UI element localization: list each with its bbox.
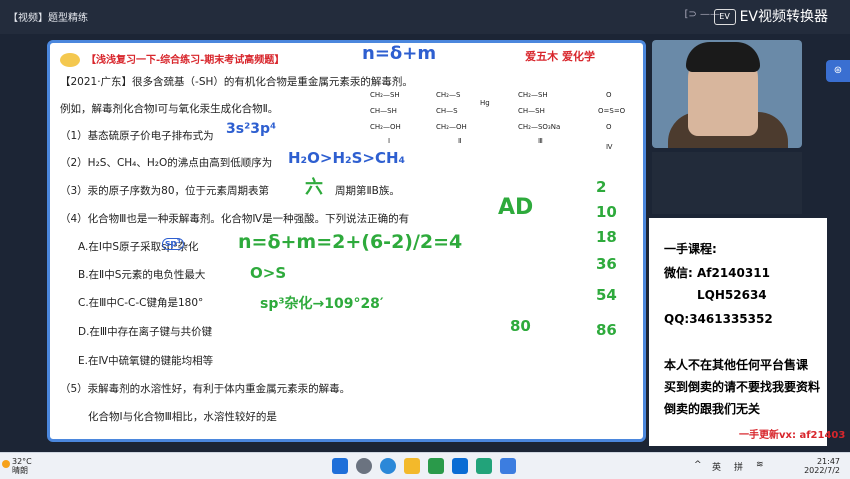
question-4: （4）化合物Ⅲ也是一种汞解毒剂。化合物Ⅳ是一种强酸。下列说法正确的有	[60, 213, 410, 225]
clock-date: 2022/7/2	[804, 466, 840, 475]
chat-icon[interactable]	[428, 458, 444, 474]
app-icon[interactable]	[452, 458, 468, 474]
chem-label: Ⅱ	[458, 137, 462, 145]
question-2: （2）H₂S、CH₄、H₂O的沸点由高到低顺序为	[60, 157, 273, 169]
edge-icon[interactable]	[380, 458, 396, 474]
start-icon[interactable]	[332, 458, 348, 474]
hw-c-note: sp³杂化→109°28′	[260, 296, 384, 312]
note-footer: 一手更新vx: af21403	[739, 430, 846, 441]
note-line: 一手课程:	[664, 242, 717, 256]
option-c: C.在Ⅲ中C-C-C键角是180°	[78, 297, 204, 309]
hw-circled: 80	[510, 317, 531, 335]
note-line: 微信: Af2140311	[664, 266, 770, 280]
hw-b-note: O>S	[250, 264, 287, 282]
window-titlebar: 【视频】题型精练 [⊃ —— EV EV视频转换器	[0, 0, 850, 34]
chem-text: O	[606, 91, 612, 99]
chem-text: CH₂—SH	[370, 91, 400, 99]
ev-logo-icon: EV	[713, 9, 736, 25]
lecture-slide: 【浅浅复习一下-综合练习-期末考试高频题】 爱五木 爱化学 【2021·广东】很…	[47, 40, 646, 442]
dark-panel	[652, 152, 802, 214]
note-line: LQH52634	[697, 288, 767, 302]
ev-brand: EV EV视频转换器	[713, 6, 828, 26]
weather-desc: 晴朗	[12, 466, 28, 475]
side-panel-toggle-icon[interactable]: ⊛	[826, 60, 850, 82]
question-5-line: 化合物Ⅰ与化合物Ⅲ相比，水溶性较好的是	[88, 411, 277, 423]
slide-header: 【浅浅复习一下-综合练习-期末考试高频题】	[60, 51, 284, 67]
lang-indicator[interactable]: 英	[712, 460, 721, 473]
webcam-feed	[652, 40, 802, 148]
teacher-hair	[686, 42, 760, 72]
question-3: （3）汞的原子序数为80，位于元素周期表第	[60, 185, 270, 197]
note-line: 本人不在其他任何平台售课	[664, 358, 809, 372]
hw-answer: AD	[498, 195, 534, 220]
weather-widget[interactable]: 32°C 晴朗	[12, 457, 32, 475]
structure-formulas: CH₂—SH CH—SH CH₂—OH Ⅰ CH₂—S CH—S CH₂—OH …	[370, 91, 643, 191]
hw-period: 六	[305, 177, 323, 198]
chem-text: CH₂—OH	[370, 123, 401, 131]
slide-brand: 爱五木 爱化学	[525, 50, 595, 63]
question-intro: 【2021·广东】很多含巯基（-SH）的有机化合物是重金属元素汞的解毒剂。	[60, 76, 413, 88]
chem-label: Ⅰ	[388, 137, 391, 145]
hw-order: H₂O>H₂S>CH₄	[288, 149, 406, 167]
note-line: 买到倒卖的请不要找我要资料	[664, 380, 821, 394]
chem-text: CH₂—SH	[518, 91, 548, 99]
hw-number: 10	[596, 203, 617, 221]
hw-number: 54	[596, 286, 617, 304]
option-e: E.在Ⅳ中硫氧键的键能均相等	[78, 355, 214, 367]
chem-text: O=S=O	[598, 107, 626, 115]
chem-text: CH—SH	[370, 107, 397, 115]
window-title: 【视频】题型精练	[8, 13, 88, 24]
hw-number: 36	[596, 255, 617, 273]
chem-text: O	[606, 123, 612, 131]
brand-label: EV视频转换器	[739, 9, 828, 25]
question-5: （5）汞解毒剂的水溶性好，有利于体内重金属元素汞的解毒。	[60, 383, 351, 395]
chem-label: Ⅳ	[606, 143, 613, 151]
taskbar: 32°C 晴朗 ^ 英 拼 ≋ 21:47 2022/7/2	[0, 452, 850, 479]
question-line: 例如，解毒剂化合物Ⅰ可与氧化汞生成化合物Ⅱ。	[60, 103, 279, 115]
note-line: 倒卖的跟我们无关	[664, 402, 761, 416]
option-d: D.在Ⅲ中存在离子键与共价键	[78, 326, 213, 338]
option-b: B.在Ⅱ中S元素的电负性最大	[78, 269, 206, 281]
chem-text: CH—SH	[518, 107, 545, 115]
wifi-icon[interactable]: ≋	[756, 460, 764, 470]
hw-calc: n=δ+m=2+(6-2)/2=4	[238, 231, 463, 253]
weather-temp: 32°C	[12, 457, 32, 466]
clock[interactable]: 21:47 2022/7/2	[804, 457, 840, 475]
contact-note: 一手课程: 微信: Af2140311 LQH52634 QQ:34613353…	[649, 218, 845, 446]
app-icon[interactable]	[476, 458, 492, 474]
chem-text: CH₂—SO₃Na	[518, 123, 561, 131]
search-icon[interactable]	[356, 458, 372, 474]
chem-text: CH₂—S	[436, 91, 461, 99]
book-icon	[60, 53, 80, 67]
folder-icon[interactable]	[404, 458, 420, 474]
hw-formula-top: n=δ+m	[362, 43, 437, 64]
chem-label: Ⅲ	[538, 137, 543, 145]
chevron-up-icon[interactable]: ^	[694, 460, 702, 470]
hw-number: 2	[596, 178, 607, 196]
chem-text: CH—S	[436, 107, 458, 115]
hw-config: 3s²3p⁴	[226, 121, 277, 137]
question-1: （1）基态硫原子价电子排布式为	[60, 130, 214, 142]
sun-icon	[2, 460, 10, 468]
hw-number: 18	[596, 228, 617, 246]
hw-hybrid: sp³	[162, 238, 184, 250]
clock-time: 21:47	[816, 457, 840, 466]
chem-text: CH₂—OH	[436, 123, 467, 131]
app-icon[interactable]	[500, 458, 516, 474]
slide-header-text: 浅浅复习一下-综合练习-期末考试高频题	[96, 55, 275, 66]
hw-number: 86	[596, 321, 617, 339]
chem-text: Hg	[480, 99, 490, 107]
ime-indicator[interactable]: 拼	[734, 460, 743, 473]
note-line: QQ:3461335352	[664, 312, 773, 326]
